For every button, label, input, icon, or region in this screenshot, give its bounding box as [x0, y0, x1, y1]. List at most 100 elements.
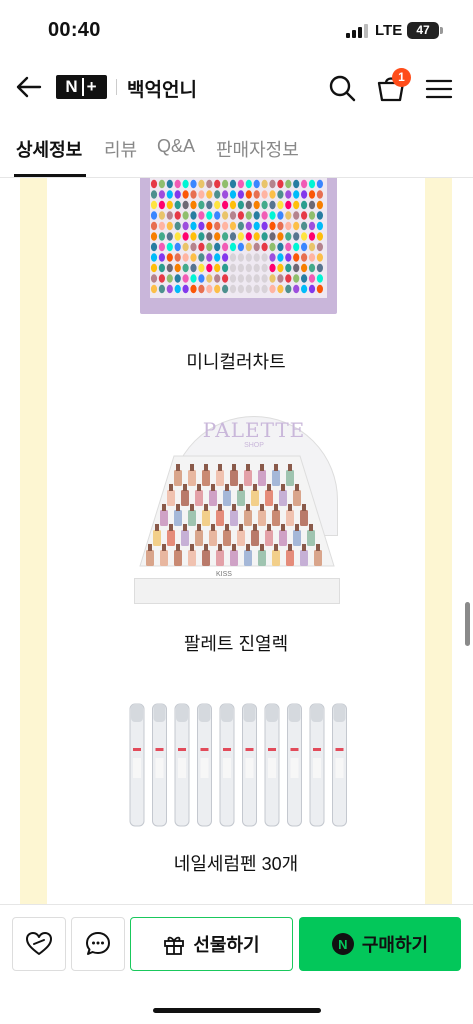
color-swatch [214, 242, 221, 252]
color-swatch [245, 190, 252, 199]
color-swatch [261, 274, 268, 283]
color-swatch [150, 263, 158, 273]
polish-bottle [314, 550, 322, 566]
color-swatch [245, 284, 252, 294]
color-swatch [222, 200, 229, 210]
bottle-cap [267, 484, 271, 491]
scrollbar-thumb[interactable] [465, 602, 470, 646]
pen-label [268, 748, 276, 751]
like-button[interactable] [12, 917, 66, 971]
pen-cap [131, 704, 143, 722]
polish-bottle [279, 530, 287, 546]
color-swatch [214, 211, 221, 220]
color-swatch [206, 221, 213, 231]
logo-divider [81, 78, 84, 96]
color-swatch [316, 179, 323, 189]
pen-cap [243, 704, 256, 722]
color-swatch [222, 179, 229, 189]
bottle-cap [232, 504, 236, 511]
tab-details[interactable]: 상세정보 [16, 136, 82, 162]
color-swatch [253, 253, 260, 262]
naver-plus-logo[interactable]: N + [56, 75, 107, 99]
color-swatch [277, 284, 284, 294]
color-swatch [308, 211, 316, 220]
color-swatch [245, 232, 252, 241]
color-swatch [293, 232, 300, 241]
color-swatch [174, 190, 181, 199]
bottom-action-bar: 선물하기 N 구매하기 [0, 904, 473, 1024]
color-swatch [214, 274, 221, 283]
polish-bottle [174, 510, 182, 526]
color-swatch [190, 253, 197, 262]
gift-button[interactable]: 선물하기 [130, 917, 293, 971]
pen-text-area [335, 758, 344, 778]
home-indicator [153, 1008, 321, 1013]
color-swatch [190, 190, 197, 199]
caption-mini-color-chart: 미니컬러차트 [186, 352, 286, 372]
cart-count-badge: 1 [392, 68, 411, 87]
color-swatch [198, 179, 205, 189]
menu-button[interactable] [424, 74, 454, 104]
bottle-cap [288, 464, 292, 471]
polish-bottle [237, 530, 245, 546]
color-swatch [150, 211, 158, 220]
color-swatch [206, 179, 213, 189]
tab-reviews[interactable]: 리뷰 [104, 136, 137, 162]
color-swatch [214, 232, 221, 241]
bottle-cap [302, 504, 306, 511]
color-swatch [237, 253, 244, 262]
color-swatch [293, 253, 300, 262]
talk-button[interactable] [71, 917, 125, 971]
bottle-cap [190, 544, 194, 551]
color-swatch [237, 200, 244, 210]
color-swatch [277, 242, 284, 252]
color-swatch [214, 253, 221, 262]
color-swatch [253, 274, 260, 283]
color-swatch [206, 232, 213, 241]
color-swatch [229, 221, 237, 231]
color-swatch [316, 200, 323, 210]
color-swatch [158, 284, 165, 294]
bottle-cap [302, 544, 306, 551]
back-button[interactable] [14, 72, 44, 102]
detail-tabs: 상세정보 리뷰 Q&A 판매자정보 [0, 118, 473, 178]
decorative-band-right [425, 178, 452, 904]
polish-bottle [174, 470, 182, 486]
search-icon [329, 75, 356, 102]
color-swatch [206, 253, 213, 262]
color-swatch [269, 179, 276, 189]
polish-bottle [167, 490, 175, 506]
color-swatch [190, 274, 197, 283]
color-swatch [269, 211, 276, 220]
palette-display-rack-image [139, 455, 335, 567]
color-swatch [285, 211, 292, 220]
gift-icon [164, 936, 185, 955]
color-swatch [158, 274, 165, 283]
bottle-cap [232, 464, 236, 471]
color-swatch [229, 232, 237, 241]
battery-icon: 47 [407, 22, 439, 39]
bottle-cap [260, 464, 264, 471]
color-swatch [245, 179, 252, 189]
polish-bottle [300, 510, 308, 526]
tab-seller-info[interactable]: 판매자정보 [216, 136, 299, 162]
color-swatch [237, 242, 244, 252]
color-swatch [222, 274, 229, 283]
bottle-cap [295, 524, 299, 531]
polish-bottle [160, 550, 168, 566]
buy-button[interactable]: N 구매하기 [299, 917, 461, 971]
color-swatch [237, 284, 244, 294]
tab-qna[interactable]: Q&A [157, 136, 195, 157]
color-swatch [301, 200, 308, 210]
bottle-cap [246, 544, 250, 551]
search-button[interactable] [326, 72, 358, 104]
bottle-cap [204, 504, 208, 511]
color-swatch [166, 263, 173, 273]
color-swatch [285, 242, 292, 252]
store-name[interactable]: 백억언니 [127, 75, 197, 102]
app-header: N + 백억언니 [0, 58, 473, 118]
product-detail-content[interactable]: 미니컬러차트 PALETTE SHOP KISS 팔레트 진열렉 네일세럼펜 3… [0, 178, 473, 904]
bottle-cap [239, 484, 243, 491]
bottle-cap [246, 464, 250, 471]
color-swatch [316, 221, 323, 231]
